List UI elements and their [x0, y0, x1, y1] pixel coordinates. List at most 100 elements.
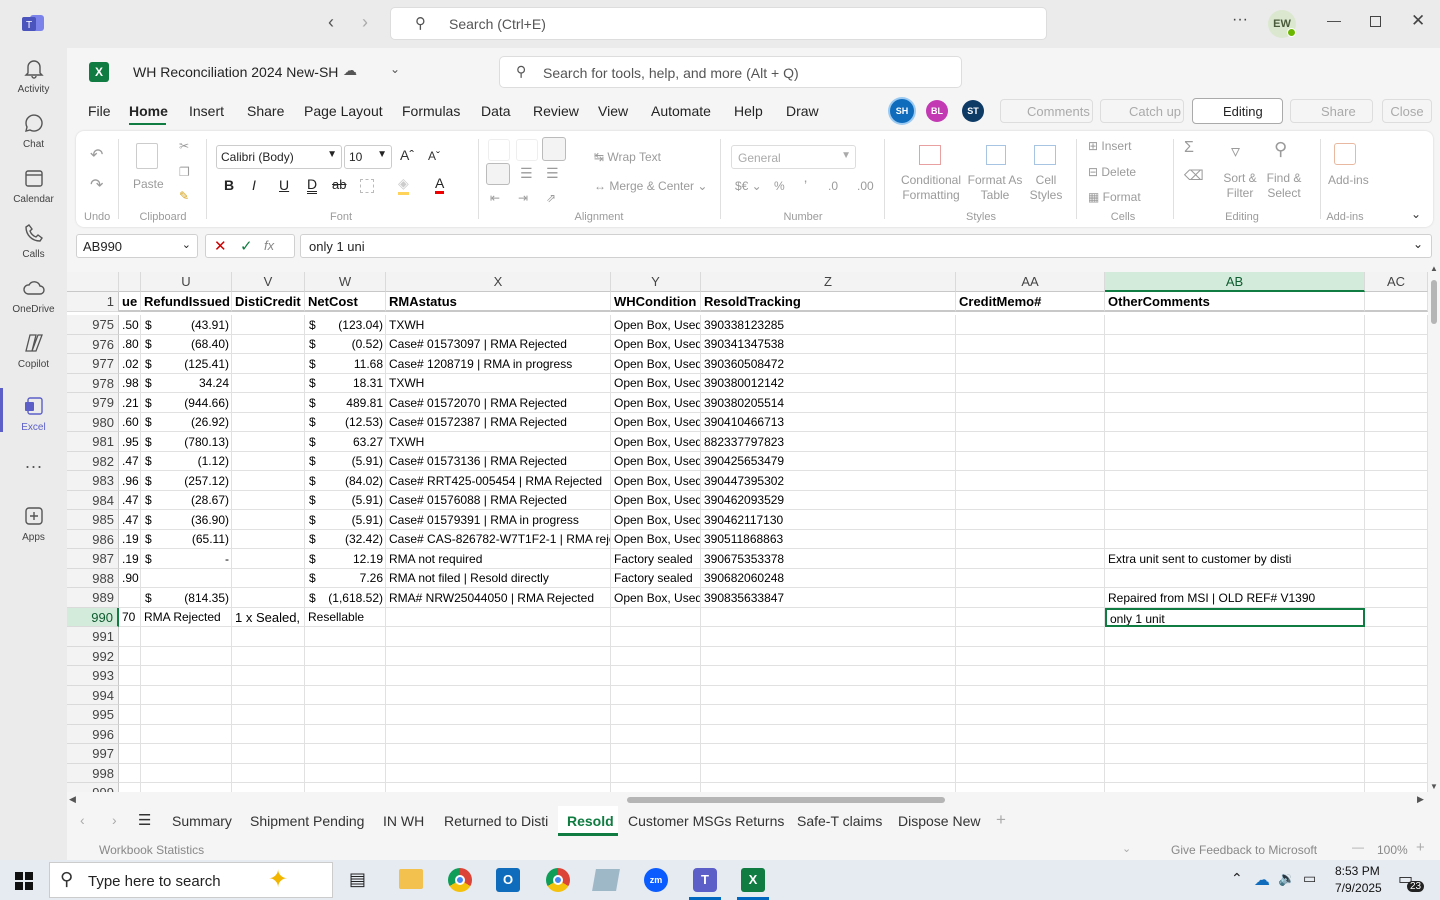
find-select-button[interactable]: Find & Select: [1264, 171, 1304, 201]
table-cell[interactable]: [956, 725, 1105, 744]
table-cell[interactable]: [1365, 354, 1428, 374]
table-cell[interactable]: [956, 510, 1105, 530]
row-header[interactable]: 1: [67, 292, 119, 312]
addins-label[interactable]: Add-ins: [1328, 173, 1369, 187]
table-cell[interactable]: [701, 666, 956, 686]
table-cell[interactable]: .96: [119, 471, 141, 491]
table-cell[interactable]: [611, 705, 701, 725]
row-header[interactable]: 990: [67, 608, 119, 627]
clock-date[interactable]: 7/9/2025: [1335, 881, 1382, 895]
table-cell[interactable]: 390675353378: [701, 549, 956, 569]
menu-view[interactable]: View: [598, 103, 628, 119]
sheet-tab-safe-t-claims[interactable]: Safe-T claims: [797, 813, 882, 829]
table-cell[interactable]: Open Box, Used: [611, 452, 701, 471]
table-cell[interactable]: [1365, 510, 1428, 530]
table-cell[interactable]: Open Box, Used: [611, 335, 701, 354]
table-cell[interactable]: [386, 744, 611, 764]
table-cell[interactable]: [956, 666, 1105, 686]
table-cell[interactable]: [1105, 432, 1365, 452]
wrap-text-button[interactable]: ↹ Wrap Text: [594, 150, 661, 164]
table-cell[interactable]: only 1 unit: [1105, 608, 1365, 627]
table-cell[interactable]: Case# RRT425-005454 | RMA Rejected: [386, 471, 611, 491]
table-cell[interactable]: [956, 608, 1105, 627]
teams-logo-icon[interactable]: T: [22, 12, 46, 34]
zoom-level[interactable]: 100%: [1377, 843, 1408, 857]
sheet-tab-dispose-new[interactable]: Dispose New: [898, 813, 980, 829]
table-cell[interactable]: [119, 744, 141, 764]
underline-icon[interactable]: U: [279, 177, 289, 193]
scroll-down-arrow-icon[interactable]: ▼: [1430, 782, 1438, 791]
maximize-icon[interactable]: [1370, 16, 1381, 27]
table-cell[interactable]: 390380205514: [701, 393, 956, 413]
format-as-table-label[interactable]: Format As Table: [964, 173, 1026, 203]
table-cell[interactable]: 882337797823: [701, 432, 956, 452]
chevron-down-icon[interactable]: ⌄: [390, 62, 400, 76]
orientation-icon[interactable]: ⇗: [546, 191, 556, 205]
table-cell[interactable]: [386, 647, 611, 666]
column-header[interactable]: Y: [611, 272, 701, 292]
table-cell[interactable]: Open Box, Used: [611, 393, 701, 413]
column-header[interactable]: X: [386, 272, 611, 292]
menu-data[interactable]: Data: [481, 103, 511, 119]
table-cell[interactable]: .02: [119, 354, 141, 374]
netcost-cell[interactable]: [305, 783, 386, 792]
netcost-cell[interactable]: $ (12.53): [305, 413, 386, 432]
align-left-icon[interactable]: [486, 163, 510, 185]
table-cell[interactable]: [119, 666, 141, 686]
shrink-font-icon[interactable]: Aˇ: [428, 149, 440, 163]
table-cell[interactable]: [119, 686, 141, 705]
table-cell[interactable]: [232, 393, 305, 413]
netcost-cell[interactable]: [305, 627, 386, 647]
currency-icon[interactable]: $€ ⌄: [735, 179, 762, 193]
table-cell[interactable]: [956, 354, 1105, 374]
table-cell[interactable]: [232, 374, 305, 393]
table-cell[interactable]: [701, 608, 956, 627]
refund-cell[interactable]: [141, 705, 232, 725]
netcost-cell[interactable]: [305, 666, 386, 686]
cell-styles-icon[interactable]: [1034, 145, 1056, 165]
table-cell[interactable]: [1365, 393, 1428, 413]
table-cell[interactable]: [232, 432, 305, 452]
table-cell[interactable]: [232, 491, 305, 510]
column-header[interactable]: [119, 272, 141, 292]
table-cell[interactable]: [232, 783, 305, 792]
table-cell[interactable]: [119, 764, 141, 783]
table-cell[interactable]: Open Box, Used: [611, 315, 701, 335]
table-cell[interactable]: [232, 315, 305, 335]
table-cell[interactable]: [232, 569, 305, 588]
clear-icon[interactable]: ⌫: [1184, 167, 1204, 184]
table-cell[interactable]: .95: [119, 432, 141, 452]
row-header[interactable]: 986: [67, 530, 119, 549]
netcost-cell[interactable]: $ (123.04): [305, 315, 386, 335]
table-cell[interactable]: [232, 666, 305, 686]
table-cell[interactable]: .19: [119, 530, 141, 549]
select-all-corner[interactable]: [67, 272, 119, 292]
netcost-cell[interactable]: [305, 705, 386, 725]
table-cell[interactable]: 390341347538: [701, 335, 956, 354]
table-cell[interactable]: [232, 686, 305, 705]
insert-function-icon[interactable]: fx: [264, 238, 274, 253]
netcost-cell[interactable]: [305, 647, 386, 666]
row-header[interactable]: 996: [67, 725, 119, 744]
table-cell[interactable]: [232, 647, 305, 666]
sheet-tab-customer-msgs-returns[interactable]: Customer MSGs Returns: [628, 813, 784, 829]
row-header[interactable]: 994: [67, 686, 119, 705]
table-cell[interactable]: RMA not filed | Resold directly: [386, 569, 611, 588]
table-cell[interactable]: 390462117130: [701, 510, 956, 530]
table-cell[interactable]: Case# 01572070 | RMA Rejected: [386, 393, 611, 413]
row-header[interactable]: 993: [67, 666, 119, 686]
row-header[interactable]: 989: [67, 588, 119, 608]
netcost-cell[interactable]: [305, 744, 386, 764]
table-cell[interactable]: [232, 452, 305, 471]
table-cell[interactable]: [956, 705, 1105, 725]
menu-page-layout[interactable]: Page Layout: [304, 103, 383, 119]
vertical-scrollbar[interactable]: ▲ ▼: [1428, 264, 1440, 794]
menu-draw[interactable]: Draw: [786, 103, 819, 119]
table-cell[interactable]: [1365, 783, 1428, 792]
file-explorer-icon[interactable]: [399, 869, 423, 889]
table-cell[interactable]: [956, 627, 1105, 647]
copy-icon[interactable]: ❐: [179, 165, 190, 179]
row-header[interactable]: 978: [67, 374, 119, 393]
refund-cell[interactable]: [141, 627, 232, 647]
refund-cell[interactable]: [141, 647, 232, 666]
